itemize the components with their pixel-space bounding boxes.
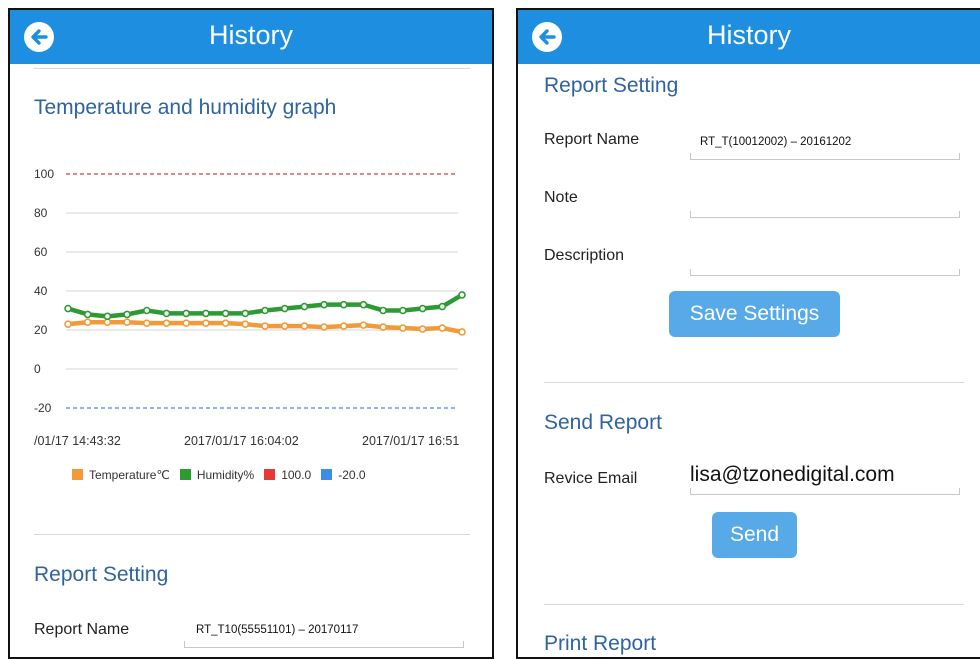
temperature-humidity-chart: 100 80 60 40 20 0 -20/01/17 14:43:32 2017/01/17… xyxy=(34,167,466,448)
legend-item: 100.0 xyxy=(264,468,311,482)
divider xyxy=(34,68,470,69)
data-point xyxy=(162,309,171,318)
save-settings-button[interactable]: Save Settings xyxy=(669,291,840,337)
data-point xyxy=(399,306,407,315)
page-title: History xyxy=(706,20,791,50)
data-point xyxy=(83,310,92,319)
send-button[interactable]: Send xyxy=(712,512,797,558)
legend-label: 100.0 xyxy=(281,468,312,482)
description-label: Description xyxy=(544,247,625,264)
y-tick-label: 20 xyxy=(34,323,48,337)
report-name-underline xyxy=(184,641,464,648)
data-point xyxy=(339,300,348,309)
data-point xyxy=(418,325,427,333)
report-name-underline xyxy=(690,153,960,160)
app-bar: History xyxy=(10,10,492,64)
data-point xyxy=(83,318,92,326)
note-underline xyxy=(690,211,960,218)
data-point xyxy=(221,309,230,318)
report-setting-title: Report Setting xyxy=(544,74,679,97)
data-point xyxy=(359,321,368,329)
data-point xyxy=(202,319,210,327)
data-point xyxy=(221,319,230,327)
data-point xyxy=(64,320,72,328)
data-point xyxy=(379,306,388,315)
legend-swatch xyxy=(321,469,333,480)
data-point xyxy=(320,300,328,309)
data-point xyxy=(438,324,447,332)
y-tick-label: -20 xyxy=(34,401,52,415)
legend-label: Temperature℃ xyxy=(89,468,170,482)
data-point xyxy=(241,320,250,328)
data-point xyxy=(182,319,190,327)
y-tick-label: 40 xyxy=(34,284,48,298)
data-point xyxy=(418,304,427,313)
chart-legend: Temperature℃ Humidity% 100.0 -20.0 xyxy=(72,468,376,482)
y-tick-label: 80 xyxy=(34,206,48,220)
divider xyxy=(34,534,470,535)
email-label: Revice Email xyxy=(544,470,638,487)
legend-swatch xyxy=(72,469,83,480)
data-point xyxy=(339,322,348,330)
data-point xyxy=(359,300,368,309)
data-point xyxy=(280,304,289,313)
data-point xyxy=(261,306,269,315)
page-title: History xyxy=(208,20,293,50)
data-point xyxy=(458,328,466,336)
report-name-label: Report Name xyxy=(544,131,640,148)
report-name-label: Report Name xyxy=(34,621,130,638)
divider xyxy=(544,604,964,605)
send-report-title: Send Report xyxy=(544,411,662,434)
report-name-input[interactable]: RT_T10(55551101) – 20170117 xyxy=(196,624,358,636)
data-point xyxy=(103,312,112,321)
data-point xyxy=(143,319,151,327)
report-name-input[interactable]: RT_T(10012002) – 20161202 xyxy=(700,136,851,148)
data-point xyxy=(399,324,407,332)
note-label: Note xyxy=(544,189,578,206)
legend-label: Humidity% xyxy=(196,468,255,482)
data-point xyxy=(143,306,151,315)
data-point xyxy=(320,323,328,331)
legend-item: -20.0 xyxy=(321,468,366,482)
data-point xyxy=(123,318,131,326)
legend-swatch xyxy=(179,469,191,480)
data-point xyxy=(438,302,447,311)
report-setting-title: Report Setting xyxy=(34,563,169,586)
x-tick-label: /01/17 14:43:32 xyxy=(34,434,121,448)
left-screen: History Temperature and humidity graph 1… xyxy=(8,8,494,659)
right-screen: History Report Setting Report Name RT_T(… xyxy=(516,8,980,659)
data-point xyxy=(123,310,131,319)
y-tick-label: 100 xyxy=(34,167,54,181)
data-point xyxy=(202,309,210,318)
data-point xyxy=(261,322,269,330)
divider xyxy=(544,382,964,383)
legend-item: Humidity% xyxy=(179,468,255,482)
data-point xyxy=(241,309,250,318)
data-point xyxy=(458,291,466,299)
data-point xyxy=(64,304,72,313)
app-bar: History xyxy=(518,10,980,64)
email-underline xyxy=(690,488,960,495)
legend-swatch xyxy=(264,469,276,480)
y-tick-label: 0 xyxy=(34,362,41,376)
data-point xyxy=(182,309,190,318)
data-point xyxy=(379,323,388,331)
description-underline xyxy=(690,269,960,276)
legend-label: -20.0 xyxy=(338,468,366,482)
y-tick-label: 60 xyxy=(34,245,48,259)
data-point xyxy=(280,322,289,330)
legend-item: Temperature℃ xyxy=(72,468,170,482)
graph-title: Temperature and humidity graph xyxy=(34,96,337,119)
x-tick-label: 2017/01/17 16:51 xyxy=(362,434,459,448)
x-tick-label: 2017/01/17 16:04:02 xyxy=(184,434,299,448)
data-point xyxy=(162,319,171,327)
data-point xyxy=(300,302,309,311)
data-point xyxy=(300,322,309,330)
print-report-title: Print Report xyxy=(544,632,657,655)
email-input[interactable]: lisa@tzonedigital.com xyxy=(690,463,895,487)
